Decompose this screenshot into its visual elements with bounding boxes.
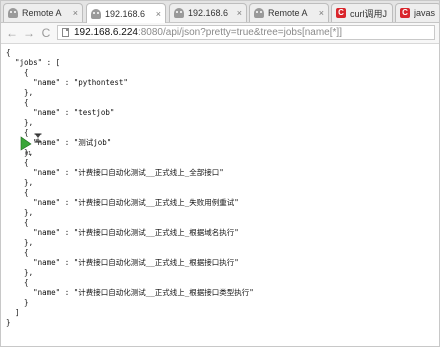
tab-javascript[interactable]: C javas [395, 3, 439, 22]
ghost-icon [91, 8, 101, 19]
browser-window: Remote A × 192.168.6 × 192.168.6 × Remot… [0, 0, 440, 347]
browser-toolbar: ← → C 192.168.6.224:8080/api/json?pretty… [1, 23, 439, 44]
reload-icon[interactable]: C [39, 26, 53, 40]
tab-strip: Remote A × 192.168.6 × 192.168.6 × Remot… [1, 1, 439, 23]
tab-title: curl调用J [350, 8, 388, 19]
tab-title: javas [414, 8, 436, 18]
tab-curl[interactable]: C curl调用J [331, 3, 393, 22]
c-logo-icon: C [336, 8, 346, 18]
close-icon[interactable]: × [156, 9, 161, 19]
c-logo-icon: C [400, 8, 410, 18]
tab-title: Remote A [22, 8, 62, 18]
back-arrow-icon[interactable]: ← [5, 26, 19, 40]
url-host: 192.168.6.224 [74, 27, 138, 38]
tab-remote-access-1[interactable]: Remote A × [3, 3, 83, 22]
json-response: { "jobs" : [ { "name" : "pythontest" }, … [6, 48, 254, 327]
tab-ip-address[interactable]: 192.168.6 × [169, 3, 247, 22]
tab-jenkins-api[interactable]: 192.168.6 × [86, 3, 166, 23]
tab-title: 192.168.6 [105, 8, 146, 19]
tab-remote-access-2[interactable]: Remote A × [249, 3, 329, 22]
ghost-icon [174, 8, 184, 18]
page-content: { "jobs" : [ { "name" : "pythontest" }, … [1, 44, 439, 346]
ghost-icon [8, 8, 18, 18]
ghost-icon [254, 8, 264, 18]
tab-title: 192.168.6 [188, 8, 229, 18]
forward-arrow-icon[interactable]: → [22, 26, 36, 40]
url-path: :8080/api/json?pretty=true&tree=jobs[nam… [137, 27, 342, 38]
tab-title: Remote A [268, 8, 308, 18]
close-icon[interactable]: × [319, 8, 324, 18]
close-icon[interactable]: × [237, 8, 242, 18]
close-icon[interactable]: × [73, 8, 78, 18]
address-bar[interactable]: 192.168.6.224:8080/api/json?pretty=true&… [57, 25, 435, 40]
page-icon [62, 28, 69, 37]
